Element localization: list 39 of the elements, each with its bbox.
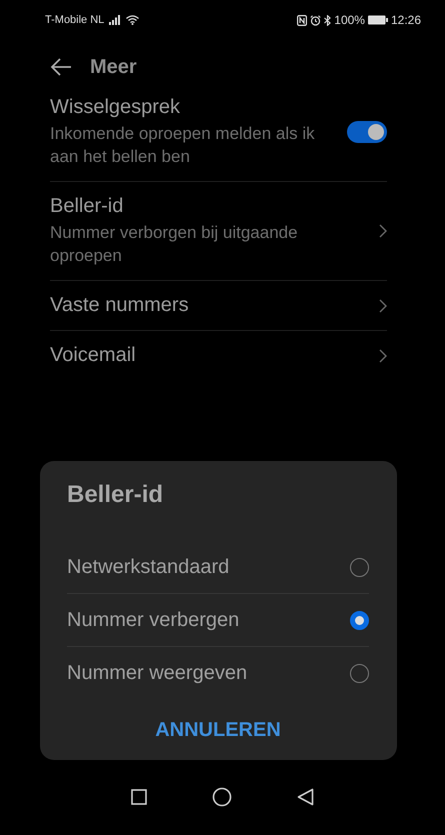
signal-icon — [109, 15, 122, 25]
carrier-name: T-Mobile NL — [45, 14, 104, 26]
settings-item[interactable]: Voicemail — [50, 330, 387, 380]
radio-option[interactable]: Nummer weergeven — [67, 646, 369, 699]
back-nav-button[interactable] — [297, 788, 314, 806]
chevron-icon — [379, 348, 387, 362]
alarm-icon — [310, 14, 322, 26]
clock-time: 12:26 — [390, 13, 421, 27]
battery-icon — [368, 15, 388, 25]
item-title: Vaste nummers — [50, 294, 189, 317]
radio-option[interactable]: Nummer verbergen — [67, 593, 369, 646]
page-title: Meer — [90, 56, 137, 78]
wifi-icon — [126, 15, 140, 25]
bluetooth-icon — [324, 14, 332, 26]
settings-item[interactable]: Beller-id Nummer verborgen bij uitgaande oproepen — [50, 181, 387, 280]
cancel-button[interactable]: ANNULEREN — [147, 715, 289, 746]
toggle-switch[interactable] — [347, 121, 387, 143]
chevron-icon — [379, 298, 387, 312]
radio-button[interactable] — [350, 610, 369, 630]
battery-percentage: 100% — [334, 13, 365, 27]
radio-option[interactable]: Netwerkstandaard — [67, 541, 369, 593]
item-subtitle: Inkomende oproepen melden als ik aan het bellen ben — [50, 123, 316, 168]
home-button[interactable] — [212, 787, 232, 807]
item-title: Beller-id — [50, 195, 124, 218]
dialog-title: Beller-id — [67, 481, 164, 510]
settings-item[interactable]: Vaste nummers — [50, 280, 387, 330]
option-label: Nummer verbergen — [67, 608, 240, 632]
item-subtitle: Nummer verborgen bij uitgaande oproepen — [50, 222, 299, 267]
option-label: Netwerkstandaard — [67, 556, 230, 578]
radio-button[interactable] — [350, 664, 369, 682]
settings-item[interactable]: Wisselgesprek Inkomende oproepen melden als ik aan het bellen ben — [50, 94, 387, 181]
back-button[interactable] — [50, 58, 72, 76]
recents-button[interactable] — [131, 789, 147, 805]
item-title: Voicemail — [50, 344, 136, 367]
option-label: Nummer weergeven — [67, 662, 248, 684]
nfc-icon — [297, 14, 308, 26]
item-title: Wisselgesprek — [50, 96, 182, 119]
radio-button[interactable] — [350, 558, 369, 576]
chevron-icon — [379, 224, 387, 238]
